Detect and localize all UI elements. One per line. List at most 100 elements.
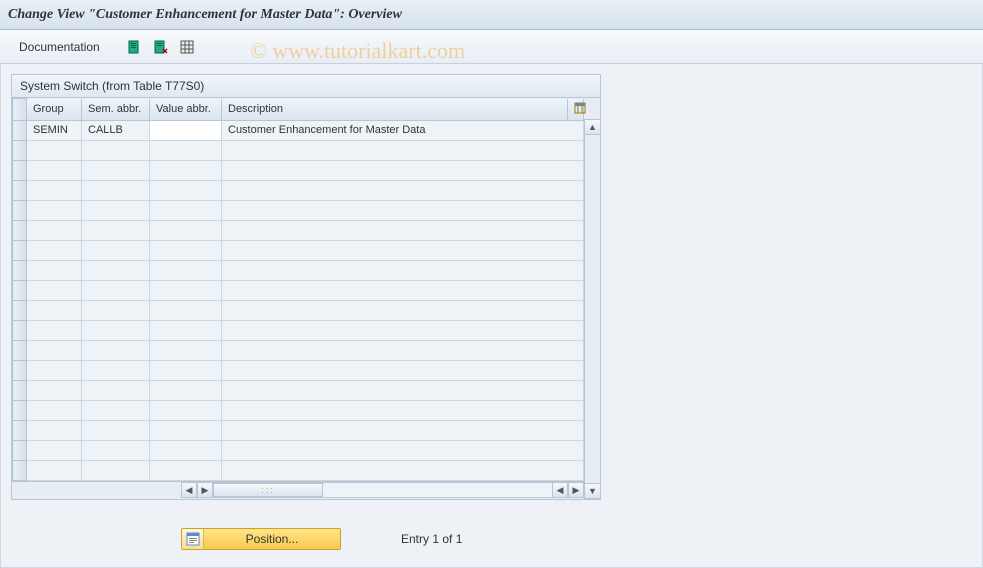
cell-value-abbr[interactable] (150, 360, 222, 380)
cell-description[interactable]: Customer Enhancement for Master Data (222, 120, 584, 140)
toolbar-icon-2[interactable] (151, 37, 171, 57)
col-value-abbr[interactable]: Value abbr. (150, 99, 222, 121)
cell-value-abbr[interactable] (150, 240, 222, 260)
cell-sem-abbr[interactable] (82, 300, 150, 320)
row-handle[interactable] (13, 440, 27, 460)
cell-value-abbr[interactable] (150, 300, 222, 320)
cell-group[interactable] (27, 180, 82, 200)
toolbar-icon-3[interactable] (177, 37, 197, 57)
cell-group[interactable] (27, 440, 82, 460)
horizontal-scrollbar[interactable]: ◀ ▶ ::: ◀ ▶ (12, 481, 584, 499)
cell-sem-abbr[interactable] (82, 380, 150, 400)
cell-group[interactable] (27, 200, 82, 220)
cell-value-abbr[interactable] (150, 420, 222, 440)
vertical-scroll-track[interactable] (585, 135, 600, 483)
cell-description[interactable] (222, 180, 584, 200)
cell-sem-abbr[interactable] (82, 400, 150, 420)
cell-description[interactable] (222, 260, 584, 280)
row-handle[interactable] (13, 420, 27, 440)
cell-sem-abbr[interactable] (82, 220, 150, 240)
scroll-right-button[interactable]: ◀ (552, 482, 568, 498)
cell-sem-abbr[interactable] (82, 360, 150, 380)
cell-sem-abbr[interactable] (82, 180, 150, 200)
row-handle-header[interactable] (13, 99, 27, 121)
row-handle[interactable] (13, 220, 27, 240)
row-handle[interactable] (13, 280, 27, 300)
cell-group[interactable] (27, 420, 82, 440)
row-handle[interactable] (13, 260, 27, 280)
cell-group[interactable] (27, 300, 82, 320)
cell-description[interactable] (222, 160, 584, 180)
scroll-down-button[interactable]: ▼ (585, 483, 600, 499)
cell-description[interactable] (222, 280, 584, 300)
row-handle[interactable] (13, 160, 27, 180)
cell-description[interactable] (222, 300, 584, 320)
cell-value-abbr[interactable] (150, 280, 222, 300)
col-sem-abbr[interactable]: Sem. abbr. (82, 99, 150, 121)
cell-value-abbr[interactable] (150, 380, 222, 400)
cell-description[interactable] (222, 200, 584, 220)
cell-sem-abbr[interactable] (82, 280, 150, 300)
horizontal-scroll-track[interactable]: ::: (213, 482, 552, 498)
scroll-up-button[interactable]: ▲ (585, 119, 600, 135)
cell-sem-abbr[interactable] (82, 420, 150, 440)
cell-group[interactable] (27, 320, 82, 340)
cell-description[interactable] (222, 140, 584, 160)
cell-group[interactable] (27, 240, 82, 260)
toolbar-icon-1[interactable] (125, 37, 145, 57)
cell-description[interactable] (222, 360, 584, 380)
cell-group[interactable] (27, 140, 82, 160)
row-handle[interactable] (13, 300, 27, 320)
cell-sem-abbr[interactable] (82, 140, 150, 160)
cell-description[interactable] (222, 400, 584, 420)
cell-description[interactable] (222, 440, 584, 460)
cell-value-abbr[interactable] (150, 460, 222, 480)
cell-sem-abbr[interactable] (82, 340, 150, 360)
cell-value-abbr[interactable] (150, 220, 222, 240)
row-handle[interactable] (13, 140, 27, 160)
cell-description[interactable] (222, 320, 584, 340)
cell-sem-abbr[interactable] (82, 440, 150, 460)
cell-sem-abbr[interactable]: CALLB (82, 120, 150, 140)
cell-description[interactable] (222, 460, 584, 480)
row-handle[interactable] (13, 360, 27, 380)
cell-sem-abbr[interactable] (82, 160, 150, 180)
cell-group[interactable] (27, 160, 82, 180)
cell-group[interactable] (27, 260, 82, 280)
row-handle[interactable] (13, 340, 27, 360)
row-handle[interactable] (13, 460, 27, 480)
scroll-right-end-button[interactable]: ▶ (568, 482, 584, 498)
row-handle[interactable] (13, 380, 27, 400)
cell-description[interactable] (222, 380, 584, 400)
cell-value-abbr[interactable] (150, 120, 222, 140)
cell-description[interactable] (222, 420, 584, 440)
cell-description[interactable] (222, 220, 584, 240)
cell-group[interactable] (27, 380, 82, 400)
cell-group[interactable] (27, 340, 82, 360)
cell-value-abbr[interactable] (150, 160, 222, 180)
cell-sem-abbr[interactable] (82, 460, 150, 480)
row-handle[interactable] (13, 320, 27, 340)
cell-value-abbr[interactable] (150, 140, 222, 160)
cell-sem-abbr[interactable] (82, 200, 150, 220)
cell-value-abbr[interactable] (150, 260, 222, 280)
table-config-button[interactable] (568, 99, 584, 121)
cell-value-abbr[interactable] (150, 340, 222, 360)
scroll-left-start-button[interactable]: ◀ (181, 482, 197, 498)
vertical-scrollbar[interactable]: ▲ ▼ (584, 119, 600, 499)
cell-sem-abbr[interactable] (82, 240, 150, 260)
cell-group[interactable] (27, 280, 82, 300)
cell-value-abbr[interactable] (150, 440, 222, 460)
cell-description[interactable] (222, 240, 584, 260)
cell-value-abbr[interactable] (150, 320, 222, 340)
cell-value-abbr[interactable] (150, 400, 222, 420)
horizontal-scroll-thumb[interactable]: ::: (213, 483, 323, 497)
col-group[interactable]: Group (27, 99, 82, 121)
row-handle[interactable] (13, 240, 27, 260)
row-handle[interactable] (13, 180, 27, 200)
cell-value-abbr[interactable] (150, 200, 222, 220)
row-handle[interactable] (13, 400, 27, 420)
cell-group[interactable] (27, 220, 82, 240)
cell-value-abbr[interactable] (150, 180, 222, 200)
cell-group[interactable]: SEMIN (27, 120, 82, 140)
